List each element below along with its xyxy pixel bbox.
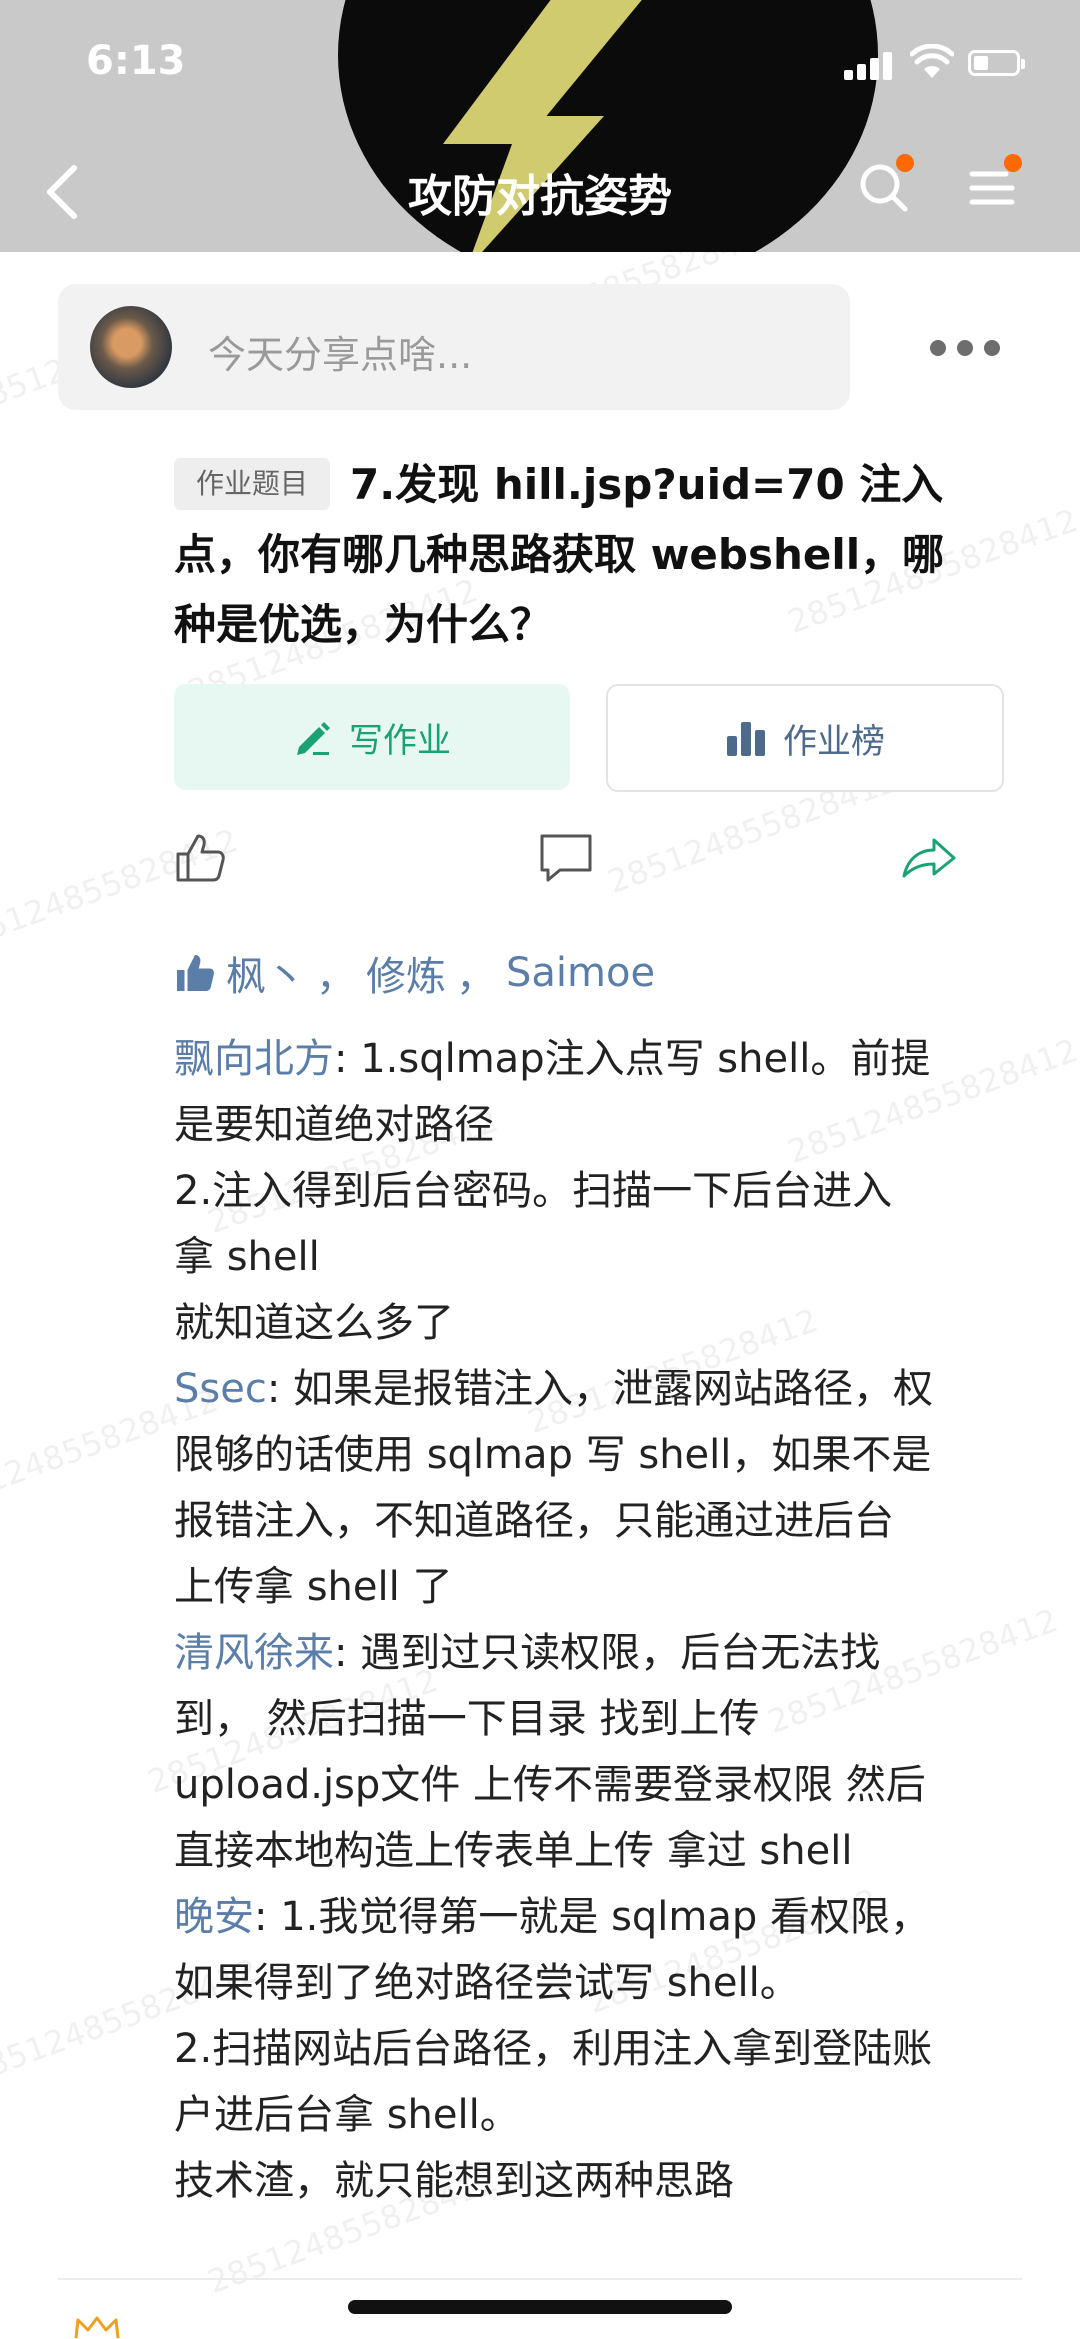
question-line: 作业题目 7.发现 hill.jsp?uid=70 注入 — [174, 450, 1014, 520]
comment-text: 上传拿 shell 了 — [174, 1564, 453, 1610]
comment-item: 清风徐来: 遇到过只读权限，后台无法找 到， 然后扫描一下目录 找到上传 upl… — [174, 1620, 1014, 1884]
comment-text: 如果得到了绝对路径尝试写 shell。 — [174, 1960, 800, 2006]
comment-text: 1.我觉得第一就是 sqlmap 看权限， — [280, 1894, 931, 1940]
page-title: 攻防对抗姿势 — [408, 171, 672, 222]
comment-text: 直接本地构造上传表单上传 拿过 shell — [174, 1828, 853, 1874]
likes-row: 枫丶，修炼， Saimoe — [174, 944, 655, 1002]
comment-author[interactable]: Ssec — [174, 1366, 267, 1412]
write-homework-label: 写作业 — [349, 720, 451, 761]
comment-line: Ssec: 如果是报错注入，泄露网站路径，权 — [174, 1366, 934, 1412]
pencil-icon — [297, 722, 330, 755]
comment-author[interactable]: 清风徐来 — [174, 1630, 334, 1676]
thumbs-up-icon — [177, 955, 214, 991]
assignment-tag: 作业题目 — [174, 458, 331, 510]
comment-text: 遇到过只读权限，后台无法找 — [360, 1630, 881, 1676]
composer-bar[interactable]: 今天分享点啥... — [58, 284, 850, 410]
battery-icon — [968, 50, 1025, 76]
home-indicator[interactable] — [348, 2300, 732, 2314]
wifi-icon — [910, 44, 954, 78]
comment-line: 清风徐来: 遇到过只读权限，后台无法找 — [174, 1630, 881, 1676]
comment-text: 到， 然后扫描一下目录 找到上传 — [174, 1696, 760, 1742]
comment-text: 就知道这么多了 — [174, 1300, 454, 1346]
liker-name[interactable]: 修炼 — [366, 944, 446, 1002]
comment-text: 户进后台拿 shell。 — [174, 2092, 520, 2138]
section-divider — [58, 2278, 1022, 2280]
comment-text: 报错注入，不知道路径，只能通过进后台 — [174, 1498, 894, 1544]
comment-item: 飘向北方: 1.sqlmap注入点写 shell。前提 是要知道绝对路径 2.注… — [174, 1026, 1014, 1356]
question-text: 点，你有哪几种思路获取 webshell，哪 — [174, 530, 945, 579]
liker-name[interactable]: Saimoe — [506, 950, 655, 996]
comment-text: 1.sqlmap注入点写 shell。前提 — [360, 1036, 931, 1082]
assignment-question: 作业题目 7.发现 hill.jsp?uid=70 注入 点，你有哪几种思路获取 … — [174, 450, 1014, 660]
search-notification-dot — [896, 154, 914, 172]
write-homework-button[interactable]: 写作业 — [174, 684, 570, 790]
liker-name[interactable]: 枫丶 — [226, 944, 306, 1002]
status-time: 6:13 — [86, 38, 186, 84]
comment-author[interactable]: 飘向北方 — [174, 1036, 334, 1082]
comment-text: 2.扫描网站后台路径，利用注入拿到登陆账 — [174, 2026, 933, 2072]
comment-text: 是要知道绝对路径 — [174, 1102, 494, 1148]
like-icon[interactable] — [172, 830, 228, 886]
question-text: 7.发现 hill.jsp?uid=70 注入 — [350, 460, 944, 509]
share-icon[interactable] — [900, 830, 956, 886]
menu-notification-dot — [1004, 154, 1022, 172]
comment-text: 拿 shell — [174, 1234, 320, 1280]
comment-list: 飘向北方: 1.sqlmap注入点写 shell。前提 是要知道绝对路径 2.注… — [174, 1026, 1014, 2214]
bar-chart-icon — [727, 722, 765, 756]
comment-text: 如果是报错注入，泄露网站路径，权 — [293, 1366, 934, 1412]
comment-text: 技术渣，就只能想到这两种思路 — [174, 2158, 734, 2204]
comment-text: upload.jsp文件 上传不需要登录权限 然后 — [174, 1762, 926, 1808]
more-options-icon[interactable] — [930, 336, 1000, 358]
top-app-bar: 6:13 攻防对抗姿势 — [0, 0, 1080, 252]
comment-line: 晚安: 1.我觉得第一就是 sqlmap 看权限， — [174, 1894, 931, 1940]
liker-separator: ， — [456, 954, 496, 1000]
homework-ranking-button[interactable]: 作业榜 — [606, 684, 1004, 792]
comment-text: 限够的话使用 sqlmap 写 shell，如果不是 — [174, 1432, 932, 1478]
comment-item: 晚安: 1.我觉得第一就是 sqlmap 看权限， 如果得到了绝对路径尝试写 s… — [174, 1884, 1014, 2214]
user-avatar[interactable] — [90, 306, 172, 388]
liker-separator: ， — [316, 954, 356, 1000]
comment-author[interactable]: 晚安 — [174, 1894, 254, 1940]
composer-placeholder[interactable]: 今天分享点啥... — [208, 324, 472, 379]
comment-item: Ssec: 如果是报错注入，泄露网站路径，权 限够的话使用 sqlmap 写 s… — [174, 1356, 1014, 1620]
homework-ranking-label: 作业榜 — [783, 721, 885, 762]
cellular-signal-icon — [844, 50, 896, 80]
comment-icon[interactable] — [538, 830, 594, 886]
comment-text: 2.注入得到后台密码。扫描一下后台进入 — [174, 1168, 893, 1214]
crown-icon — [74, 2316, 120, 2339]
question-text: 种是优选，为什么？ — [174, 600, 553, 649]
comment-line: 飘向北方: 1.sqlmap注入点写 shell。前提 — [174, 1036, 931, 1082]
